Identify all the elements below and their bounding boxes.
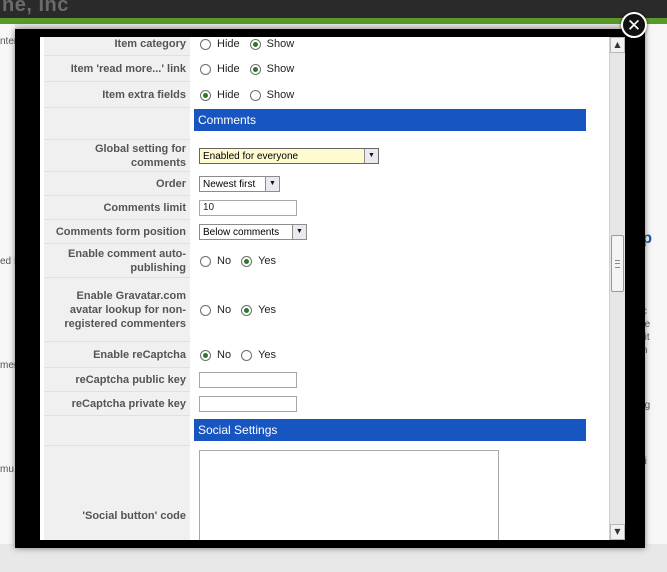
form-row-recaptcha: Enable reCaptcha No Yes <box>44 342 590 368</box>
field-label: Enable Gravatar.com avatar lookup for no… <box>44 278 190 342</box>
field-order: Newest first ▼ <box>199 172 280 196</box>
field-label: Comments form position <box>44 220 190 244</box>
order-select[interactable]: Newest first ▼ <box>199 176 280 192</box>
radio-group-gravatar: No Yes <box>198 278 284 342</box>
select-value: Below comments <box>203 226 280 238</box>
form-row-recaptcha-public: reCaptcha public key <box>44 368 590 392</box>
close-icon[interactable]: ✕ <box>621 12 647 38</box>
radio-label: Hide <box>217 38 240 50</box>
form-row-order: Order Newest first ▼ <box>44 172 590 196</box>
section-label-spacer <box>44 108 190 140</box>
field-recaptcha-public <box>199 368 297 392</box>
section-header-social-settings: Social Settings <box>194 419 586 441</box>
form-row-item-category: Item category Hide Show <box>44 37 590 56</box>
radio-yes[interactable] <box>241 304 253 316</box>
background-site-title: ne, Inc <box>2 0 69 16</box>
radio-label: Show <box>266 63 295 75</box>
radio-label: Show <box>266 38 295 50</box>
section-header-comments: Comments <box>194 109 586 131</box>
field-form-position: Below comments ▼ <box>199 220 307 244</box>
scrollbar-thumb[interactable] <box>611 235 624 292</box>
field-label: Enable comment auto-publishing <box>44 244 190 278</box>
background-fragment: ment <box>0 360 15 371</box>
field-label: Comments limit <box>44 196 190 220</box>
field-recaptcha-private <box>199 392 297 416</box>
chevron-down-icon: ▼ <box>265 177 279 191</box>
modal-content: Item category Hide Show Item 'read more.… <box>40 37 611 540</box>
recaptcha-private-key-input[interactable] <box>199 396 297 412</box>
grip-icon <box>615 260 620 268</box>
radio-label: Yes <box>258 349 277 361</box>
field-global-comments: Enabled for everyone ▼ <box>199 140 379 172</box>
chevron-down-icon: ▼ <box>292 225 306 239</box>
field-label: Order <box>44 172 190 196</box>
field-label: reCaptcha public key <box>44 368 190 392</box>
section-label-spacer <box>44 416 190 446</box>
recaptcha-public-key-input[interactable] <box>199 372 297 388</box>
field-social-button <box>199 446 499 540</box>
field-label: reCaptcha private key <box>44 392 190 416</box>
modal-dialog: Item category Hide Show Item 'read more.… <box>15 29 645 548</box>
form-row-auto-publishing: Enable comment auto-publishing No Yes <box>44 244 590 278</box>
radio-hide[interactable] <box>200 89 211 101</box>
down-arrow-icon[interactable]: ▼ <box>610 524 625 540</box>
radio-label: No <box>217 304 232 316</box>
background-left-column: nten ed I ment mu <box>0 24 15 544</box>
modal-scrollbar[interactable]: ▲ ▼ <box>609 37 625 540</box>
radio-label: No <box>217 255 232 267</box>
radio-hide[interactable] <box>200 38 211 50</box>
radio-no[interactable] <box>200 255 211 267</box>
field-label: Enable reCaptcha <box>44 342 190 368</box>
select-value: Enabled for everyone <box>203 150 299 162</box>
form-row-form-position: Comments form position Below comments ▼ <box>44 220 590 244</box>
field-label: Item category <box>44 37 190 56</box>
form-row-gravatar: Enable Gravatar.com avatar lookup for no… <box>44 278 590 342</box>
global-comments-select[interactable]: Enabled for everyone ▼ <box>199 148 379 164</box>
radio-show[interactable] <box>249 89 261 101</box>
background-header: ne, Inc <box>0 0 667 18</box>
radio-show[interactable] <box>249 63 261 75</box>
field-label: Item extra fields <box>44 82 190 108</box>
form-row-item-extra-fields: Item extra fields Hide Show <box>44 82 590 108</box>
form-row-comments-limit: Comments limit 10 <box>44 196 590 220</box>
field-label: Global setting for comments <box>44 140 190 172</box>
radio-group-item-category: Hide Show <box>198 37 302 56</box>
social-button-code-textarea[interactable] <box>199 450 499 540</box>
field-label: Item 'read more...' link <box>44 56 190 82</box>
radio-label: Yes <box>258 304 277 316</box>
radio-label: Hide <box>217 63 240 75</box>
comments-limit-input[interactable]: 10 <box>199 200 297 216</box>
radio-group-item-extra-fields: Hide Show <box>198 82 302 108</box>
chevron-down-icon: ▼ <box>364 149 378 163</box>
radio-group-item-read-more: Hide Show <box>198 56 302 82</box>
up-arrow-icon[interactable]: ▲ <box>610 37 625 53</box>
radio-hide[interactable] <box>200 63 211 75</box>
form-position-select[interactable]: Below comments ▼ <box>199 224 307 240</box>
radio-label: Hide <box>217 89 240 101</box>
field-comments-limit: 10 <box>199 196 297 220</box>
radio-yes[interactable] <box>241 349 253 361</box>
form-row-item-read-more: Item 'read more...' link Hide Show <box>44 56 590 82</box>
radio-no[interactable] <box>200 349 211 361</box>
radio-group-auto-publishing: No Yes <box>198 244 284 278</box>
select-value: Newest first <box>203 178 256 190</box>
form-row-global-comments: Global setting for comments Enabled for … <box>44 140 590 172</box>
radio-yes[interactable] <box>241 255 253 267</box>
background-fragment: ed I <box>0 256 15 267</box>
form-row-social-button: 'Social button' code <box>44 446 590 540</box>
background-fragment: nten <box>0 36 15 47</box>
form-row-recaptcha-private: reCaptcha private key <box>44 392 590 416</box>
radio-group-recaptcha: No Yes <box>198 342 284 368</box>
field-label: 'Social button' code <box>44 446 190 540</box>
background-fragment: mu <box>0 464 14 475</box>
radio-label: Show <box>266 89 295 101</box>
radio-label: Yes <box>258 255 277 267</box>
radio-no[interactable] <box>200 304 211 316</box>
radio-label: No <box>217 349 232 361</box>
radio-show[interactable] <box>249 38 261 50</box>
